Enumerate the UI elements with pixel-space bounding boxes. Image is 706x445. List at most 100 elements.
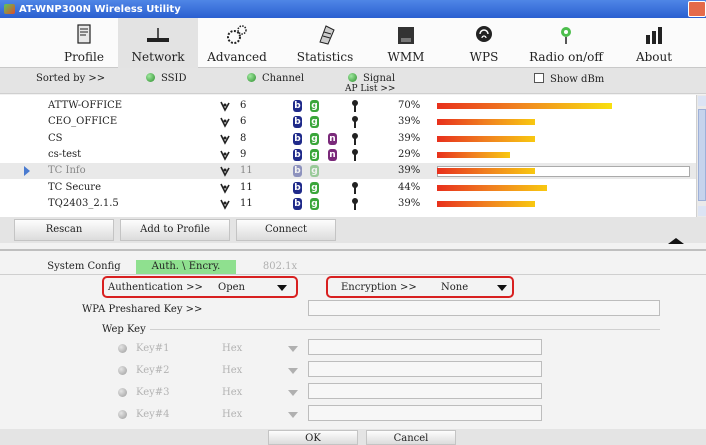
security-key-icon (351, 197, 359, 211)
collapse-panel-icon[interactable] (668, 238, 684, 244)
security-key-icon (351, 100, 359, 113)
toolbar-wmm-button[interactable]: WMM (376, 18, 436, 68)
ap-ssid: CS (48, 132, 63, 144)
channel-icon (219, 116, 231, 130)
scroll-thumb[interactable] (698, 109, 706, 201)
ap-list-row[interactable]: CS 8 b g n 39% (0, 131, 696, 147)
tab-underline (0, 274, 706, 275)
ap-channel: 6 (240, 100, 247, 111)
scroll-down-button[interactable] (698, 206, 706, 216)
rescan-button[interactable]: Rescan (14, 219, 114, 241)
toolbar-profile-label: Profile (64, 50, 104, 64)
authentication-dropdown-icon[interactable] (277, 285, 287, 291)
sort-channel-option[interactable]: Channel (247, 73, 304, 84)
connect-button[interactable]: Connect (236, 219, 336, 241)
authentication-select[interactable]: Open (218, 282, 245, 293)
mode-g-icon: g (310, 197, 319, 210)
security-key-icon (351, 181, 359, 195)
sort-ssid-label: SSID (161, 73, 187, 84)
toolbar-profile-button[interactable]: Profile (54, 18, 114, 68)
signal-strength-bar (437, 103, 612, 109)
ap-signal-percent: 70% (398, 100, 421, 111)
key2-dropdown-icon (288, 368, 298, 374)
ap-signal-percent: 44% (398, 181, 421, 193)
scroll-up-button[interactable] (698, 96, 706, 106)
mode-g-icon: g (310, 181, 319, 194)
key3-format-select: Hex (222, 387, 243, 398)
signal-strength-bar (437, 135, 535, 142)
mode-b-icon: b (293, 116, 302, 129)
network-icon (147, 28, 169, 42)
ap-list-row[interactable]: TQ2403_2.1.5 11 b g 39% (0, 196, 696, 212)
toolbar-radio-button[interactable]: Radio on/off (528, 18, 604, 68)
show-dbm-option[interactable]: Show dBm (534, 73, 604, 85)
encryption-select[interactable]: None (441, 282, 468, 293)
key3-label: Key#3 (136, 387, 170, 398)
ap-channel: 9 (240, 148, 247, 160)
ap-channel: 11 (240, 165, 253, 177)
ap-ssid: CEO_OFFICE (48, 116, 118, 128)
sort-ssid-option[interactable]: SSID (146, 73, 187, 84)
key4-format-select: Hex (222, 409, 243, 420)
cancel-button[interactable]: Cancel (366, 430, 456, 445)
mode-n-icon: n (328, 132, 337, 145)
toolbar-advanced-label: Advanced (207, 50, 267, 64)
toolbar-network-button[interactable]: Network (118, 18, 198, 68)
key1-label: Key#1 (136, 343, 170, 354)
toolbar-about-button[interactable]: About (624, 18, 684, 68)
key3-radio (118, 388, 127, 397)
ap-list-toggle[interactable]: AP List >> (345, 84, 395, 94)
tab-system-config[interactable]: System Config (36, 260, 132, 274)
key2-format-select: Hex (222, 365, 243, 376)
toolbar-advanced-button[interactable]: Advanced (205, 18, 269, 68)
selected-row-arrow-icon (24, 166, 30, 177)
tab-auth-encry[interactable]: Auth. \ Encry. (136, 260, 236, 274)
app-icon (4, 4, 15, 14)
radio-icon (561, 27, 571, 44)
sort-channel-label: Channel (262, 73, 305, 84)
mode-b-icon: b (293, 197, 302, 210)
signal-strength-bar (437, 151, 510, 158)
show-dbm-checkbox[interactable] (534, 73, 544, 83)
key2-input (308, 361, 542, 377)
signal-strength-bar (437, 184, 547, 191)
mode-g-icon: g (310, 132, 319, 145)
toolbar-statistics-button[interactable]: Statistics (290, 18, 360, 68)
mode-b-icon: b (293, 181, 302, 194)
signal-strength-bar (437, 119, 535, 126)
sort-signal-option[interactable]: Signal (348, 73, 395, 84)
ap-list[interactable]: ATTW-OFFICE 6 b g 70% CEO_OFFICE 6 b g 39% CS 8 b g n 3… (0, 95, 706, 217)
ap-list-row[interactable]: TC Secure 11 b g 44% (0, 180, 696, 196)
sort-signal-label: Signal (363, 73, 396, 84)
ap-ssid: cs-test (48, 148, 82, 160)
ap-list-row[interactable]: ATTW-OFFICE 6 b g 70% (0, 98, 696, 114)
ap-list-row[interactable]: cs-test 9 b g n 29% (0, 147, 696, 163)
ap-list-row[interactable]: TC Info 11 b g 39% (0, 163, 696, 180)
window-title: AT-WNP300N Wireless Utility (19, 3, 181, 15)
key4-radio (118, 410, 127, 419)
ap-signal-percent: 39% (398, 116, 421, 128)
close-button[interactable] (688, 1, 706, 17)
signal-strength-bar (437, 200, 535, 207)
key1-dropdown-icon (288, 346, 298, 352)
encryption-label: Encryption >> (341, 282, 417, 293)
ap-list-scrollbar[interactable] (696, 95, 706, 217)
wpa-preshared-input[interactable] (308, 300, 660, 316)
channel-radio-icon (247, 73, 256, 82)
mode-b-icon: b (293, 165, 302, 178)
ap-ssid: TQ2403_2.1.5 (48, 197, 119, 209)
wpa-preshared-label: WPA Preshared Key >> (82, 304, 203, 315)
encryption-dropdown-icon[interactable] (497, 285, 507, 291)
ap-signal-percent: 39% (398, 197, 421, 209)
mode-g-icon: g (310, 100, 319, 112)
ok-button[interactable]: OK (268, 430, 358, 445)
ap-list-row[interactable]: CEO_OFFICE 6 b g 39% (0, 114, 696, 130)
toolbar-wps-button[interactable]: WPS (454, 18, 514, 68)
security-key-icon (351, 116, 359, 129)
ap-signal-percent: 39% (398, 165, 421, 177)
add-to-profile-button[interactable]: Add to Profile (120, 219, 230, 241)
show-dbm-label: Show dBm (550, 74, 605, 85)
ap-channel: 6 (240, 116, 247, 128)
main-toolbar: Profile Network Advanced Statistics WMM (0, 18, 706, 68)
toolbar-wmm-label: WMM (387, 50, 425, 64)
